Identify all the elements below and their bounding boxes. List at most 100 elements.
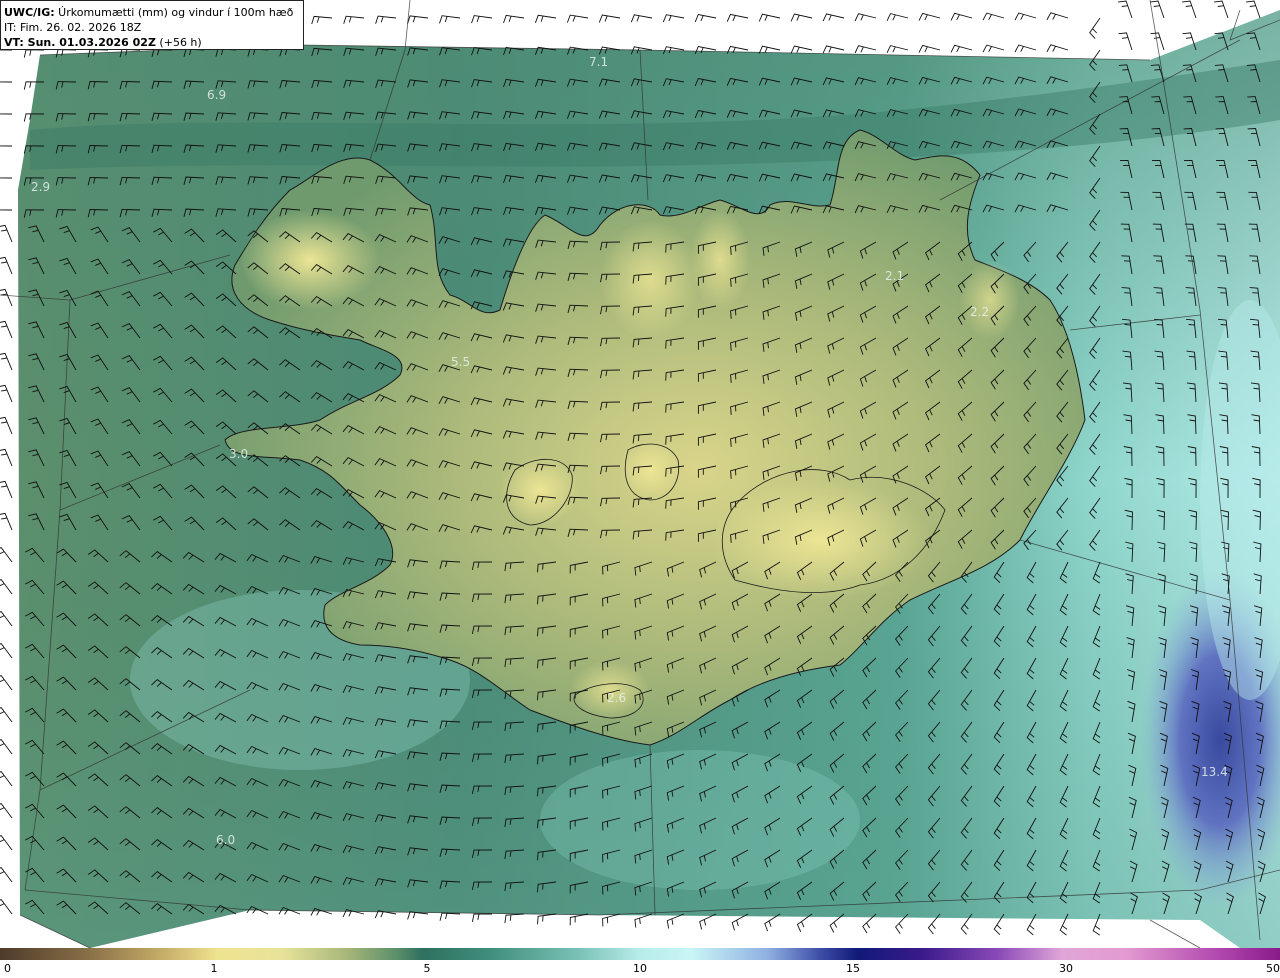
wind-barb (1014, 44, 1037, 53)
wind-barb (0, 256, 13, 275)
wind-barb (537, 913, 557, 925)
wind-barb (0, 224, 13, 243)
wind-barb (1118, 0, 1133, 19)
wind-barb (375, 15, 397, 24)
wind-barb (1046, 44, 1069, 53)
wind-barb (1089, 17, 1101, 39)
wind-barb (1118, 32, 1133, 51)
wind-barb (0, 512, 13, 531)
colorbar-tick: 0 (4, 962, 11, 975)
map-canvas (0, 0, 1280, 949)
valid-time-line: VT: Sun. 01.03.2026 02Z (+56 h) (4, 35, 303, 50)
value-label: 6.9 (207, 88, 227, 102)
wind-barb (694, 13, 717, 23)
wind-barb (0, 547, 13, 563)
wind-barb (1214, 0, 1229, 19)
wind-barb (471, 15, 493, 24)
wind-barb (634, 913, 653, 928)
wind-barb (662, 14, 685, 23)
wind-barb (439, 15, 461, 24)
wind-barb (0, 480, 13, 499)
wind-barb (602, 913, 621, 927)
value-label: 6.0 (216, 833, 236, 847)
wind-barb (822, 13, 845, 22)
valid-time: VT: Sun. 01.03.2026 02Z (4, 36, 156, 49)
wind-barb (598, 14, 621, 23)
colorbar-tick: 15 (846, 962, 860, 975)
wind-barb (0, 81, 13, 83)
value-label: 7.1 (589, 55, 609, 69)
wind-barb (630, 14, 653, 23)
wind-barb (0, 643, 13, 659)
wind-barb (0, 707, 13, 723)
map-title: Úrkomumætti (mm) og vindur í 100m hæð (54, 6, 294, 19)
value-label: 2.9 (31, 180, 51, 194)
wind-barb (0, 899, 13, 915)
wind-barb (758, 13, 781, 22)
wind-barb (1046, 12, 1069, 21)
value-label: 13.4 (1201, 765, 1228, 779)
wind-barb (886, 13, 909, 21)
value-label: 3.0 (229, 447, 249, 461)
wind-barb (0, 835, 13, 851)
wind-barb (1182, 0, 1197, 19)
lead-time: (+56 h) (155, 36, 202, 49)
wind-barb (0, 384, 13, 403)
colorbar-tick: 5 (423, 962, 431, 975)
wind-barb (503, 14, 525, 24)
colorbar-tick: 50 (1266, 962, 1280, 975)
wind-barb (731, 913, 749, 931)
wind-barb (0, 288, 13, 307)
wind-barb (566, 14, 589, 23)
wind-barb (311, 15, 333, 25)
wind-barb (534, 14, 557, 23)
wind-barb (982, 44, 1005, 53)
wind-barb (918, 44, 941, 53)
wind-barb (471, 913, 493, 922)
wind-barb (666, 913, 685, 929)
wind-barb (0, 113, 13, 115)
wind-barb (0, 803, 13, 819)
value-label: 2.6 (607, 691, 627, 705)
wind-barb (790, 45, 813, 54)
wind-barb (699, 913, 717, 930)
wind-barb (407, 15, 429, 24)
wind-barb (822, 45, 845, 54)
wind-barb (0, 739, 13, 755)
init-time: IT: Fim. 26. 02. 2026 18Z (4, 21, 142, 34)
wind-barb (0, 209, 13, 211)
wind-barb (0, 675, 13, 691)
wind-barb (0, 867, 13, 883)
wind-barb (726, 13, 749, 22)
wind-barb (982, 12, 1005, 21)
wind-barb (886, 45, 909, 53)
wind-barb (0, 416, 13, 435)
wind-barb (0, 579, 13, 595)
wind-barb (1246, 0, 1261, 19)
wind-barb (950, 12, 973, 21)
colorbar-tick: 1 (210, 962, 218, 975)
wind-barb (1014, 12, 1037, 21)
wind-barb (0, 177, 13, 179)
wind-barb (790, 13, 813, 22)
wind-barb (504, 913, 525, 924)
wind-barb (0, 448, 13, 467)
wind-barb (0, 352, 13, 371)
wind-barb (343, 15, 365, 24)
wind-barb (0, 611, 13, 627)
wind-barb (764, 913, 781, 932)
colorbar-tick: 10 (633, 962, 647, 975)
value-label: 2.1 (885, 269, 905, 283)
value-label: 5.5 (451, 355, 471, 369)
wind-barb (439, 912, 461, 921)
title-box: UWC/IG: Úrkomumætti (mm) og vindur í 100… (0, 0, 304, 50)
weather-map: UWC/IG: Úrkomumætti (mm) og vindur í 100… (0, 0, 1280, 978)
wind-barb (569, 913, 589, 926)
wind-barb (854, 45, 877, 54)
wind-barb (0, 145, 13, 147)
title-line: UWC/IG: Úrkomumætti (mm) og vindur í 100… (4, 5, 303, 20)
wind-barb (854, 13, 877, 22)
wind-barb (950, 44, 973, 53)
colorbar-tick: 30 (1059, 962, 1073, 975)
colorbar (0, 948, 1280, 960)
